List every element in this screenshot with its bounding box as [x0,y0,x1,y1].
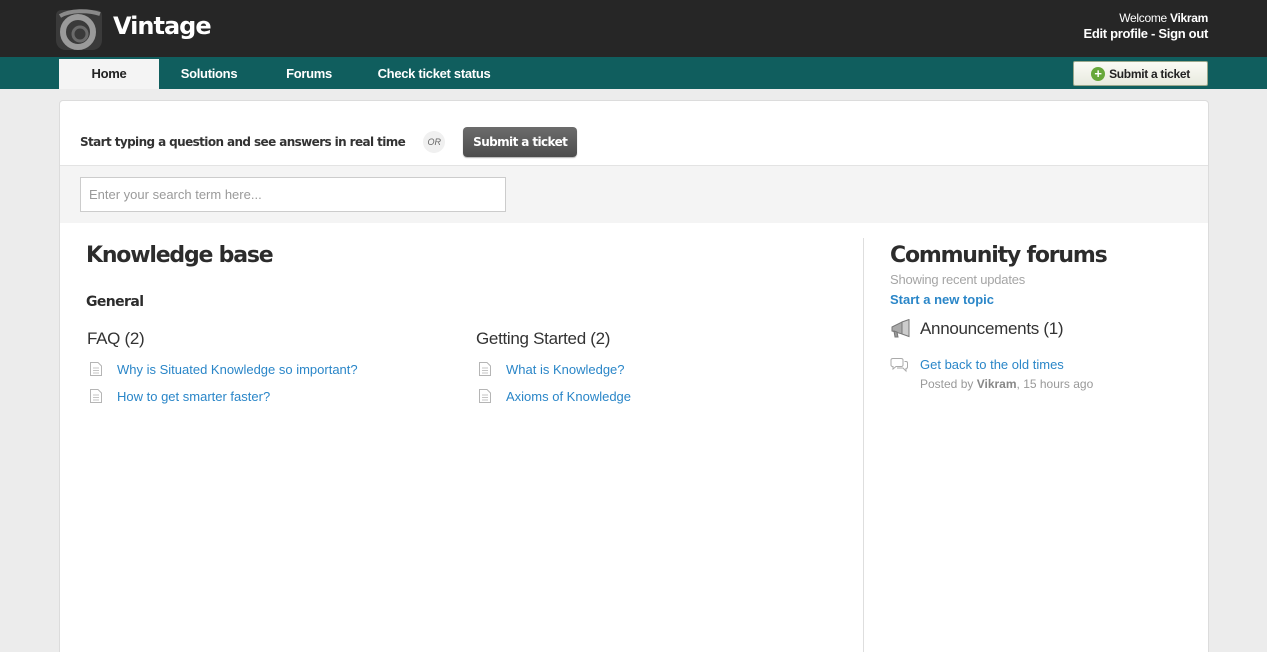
tab-forums[interactable]: Forums [259,59,359,89]
document-icon [90,362,102,376]
folder-title-getting-started[interactable]: Getting Started (2) [476,329,816,351]
community-forums-title: Community forums [890,243,1108,268]
speech-bubble-icon [890,358,908,373]
posted-by-prefix: Posted by [920,377,974,391]
kb-folder-getting-started: Getting Started (2) What is Knowledge? A… [476,329,816,405]
search-prompt: Start typing a question and see answers … [80,135,406,149]
article-item: Axioms of Knowledge [476,387,816,405]
document-icon [479,362,491,376]
forum-announcements: Announcements (1) [890,319,1064,339]
posted-by-user: Vikram [976,377,1017,391]
community-subtitle: Showing recent updates [890,272,1026,287]
top-header: Vintage Welcome Vikram Edit profile - Si… [0,0,1267,57]
tab-solutions[interactable]: Solutions [159,59,259,89]
tab-home[interactable]: Home [59,59,159,89]
submit-ticket-button[interactable]: Submit a ticket [463,127,578,157]
nav-submit-ticket-button[interactable]: + Submit a ticket [1073,61,1208,86]
article-item: How to get smarter faster? [87,387,427,405]
topic-meta: Posted by Vikram, 15 hours ago [920,377,1093,391]
article-link[interactable]: Why is Situated Knowledge so important? [117,362,358,377]
welcome-text: Welcome Vikram [1119,11,1208,25]
search-band [60,165,1208,223]
kb-folder-faq: FAQ (2) Why is Situated Knowledge so imp… [87,329,427,405]
nav-submit-ticket-label: Submit a ticket [1109,66,1190,81]
welcome-user: Vikram [1169,11,1208,25]
document-icon [90,389,102,403]
article-link[interactable]: What is Knowledge? [506,362,625,377]
tab-check-ticket-status[interactable]: Check ticket status [359,59,509,89]
ask-row: Start typing a question and see answers … [80,127,578,157]
knowledge-base-title: Knowledge base [86,243,274,268]
column-divider [863,238,864,652]
forum-name[interactable]: Announcements (1) [920,319,1064,339]
start-new-topic-link[interactable]: Start a new topic [890,292,994,307]
plus-circle-icon: + [1091,66,1106,81]
kb-category-general[interactable]: General [86,294,144,310]
search-input[interactable] [80,177,506,212]
brand-name[interactable]: Vintage [113,12,212,40]
logo-icon[interactable] [56,6,102,50]
main-panel: Start typing a question and see answers … [59,100,1209,652]
main-nav: Home Solutions Forums Check ticket statu… [0,57,1267,89]
topic-details: Get back to the old times Posted by Vikr… [920,357,1093,391]
posted-time: , 15 hours ago [1016,377,1094,391]
welcome-prefix: Welcome [1119,11,1167,25]
article-link[interactable]: How to get smarter faster? [117,389,270,404]
article-link[interactable]: Axioms of Knowledge [506,389,631,404]
article-item: What is Knowledge? [476,360,816,378]
profile-links: Edit profile - Sign out [1083,26,1208,41]
topic-item: Get back to the old times Posted by Vikr… [890,357,1093,391]
folder-title-faq[interactable]: FAQ (2) [87,329,427,351]
article-item: Why is Situated Knowledge so important? [87,360,427,378]
topic-link[interactable]: Get back to the old times [920,357,1093,372]
megaphone-icon [891,319,910,338]
edit-profile-link[interactable]: Edit profile [1083,26,1148,41]
document-icon [479,389,491,403]
sign-out-link[interactable]: Sign out [1158,26,1208,41]
link-separator: - [1147,26,1159,41]
or-badge: OR [423,131,446,153]
